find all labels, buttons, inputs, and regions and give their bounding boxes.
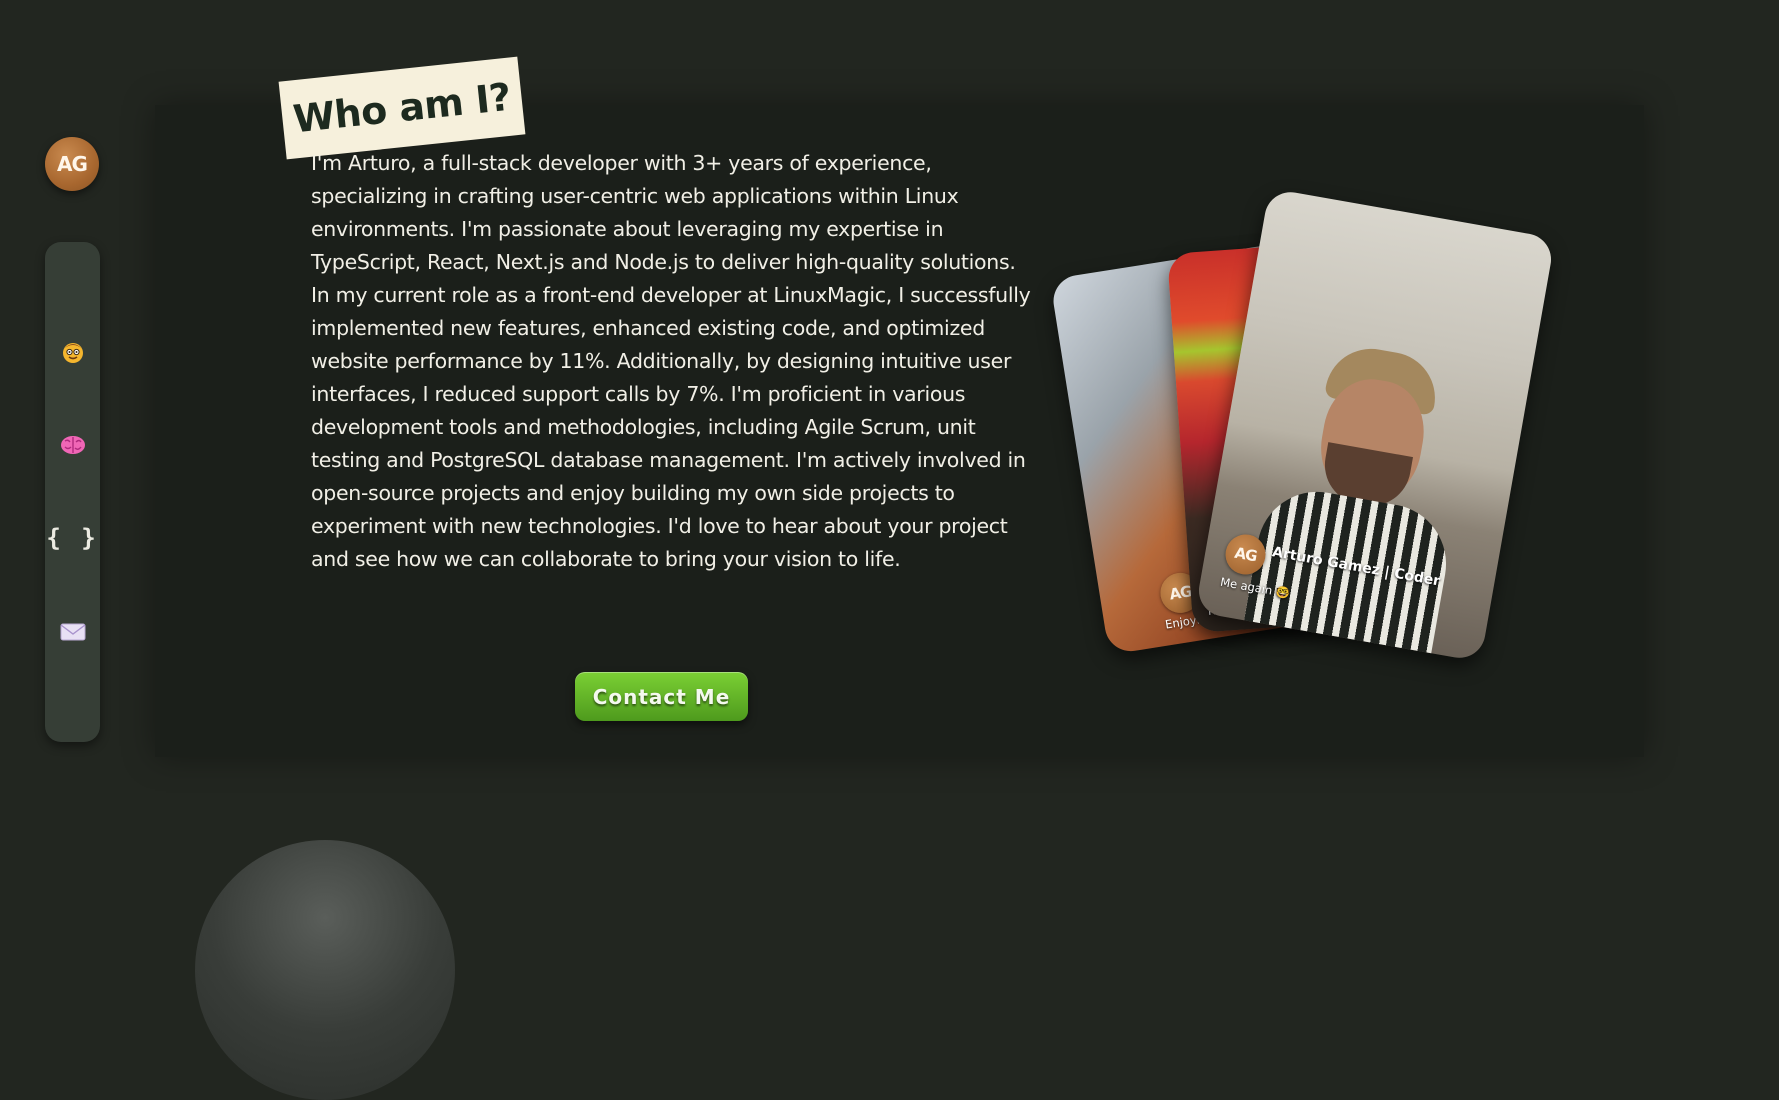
nav-item-skills[interactable] bbox=[45, 425, 100, 465]
avatar[interactable]: AG bbox=[45, 137, 99, 191]
brain-icon bbox=[60, 436, 85, 454]
nav-item-projects[interactable]: { } bbox=[45, 518, 100, 558]
nav-item-contact[interactable] bbox=[45, 612, 100, 652]
nav-item-about[interactable] bbox=[45, 332, 100, 372]
section-title: Who am I? bbox=[291, 74, 513, 142]
smiley-face-icon bbox=[62, 343, 83, 363]
mail-icon bbox=[60, 623, 85, 641]
portrait-photo bbox=[1240, 335, 1481, 662]
code-braces-icon: { } bbox=[46, 524, 99, 552]
side-nav: { } bbox=[45, 242, 100, 742]
moon-image bbox=[195, 840, 455, 1100]
contact-me-button[interactable]: Contact Me bbox=[575, 672, 748, 721]
about-bio: I'm Arturo, a full-stack developer with … bbox=[311, 151, 1031, 571]
